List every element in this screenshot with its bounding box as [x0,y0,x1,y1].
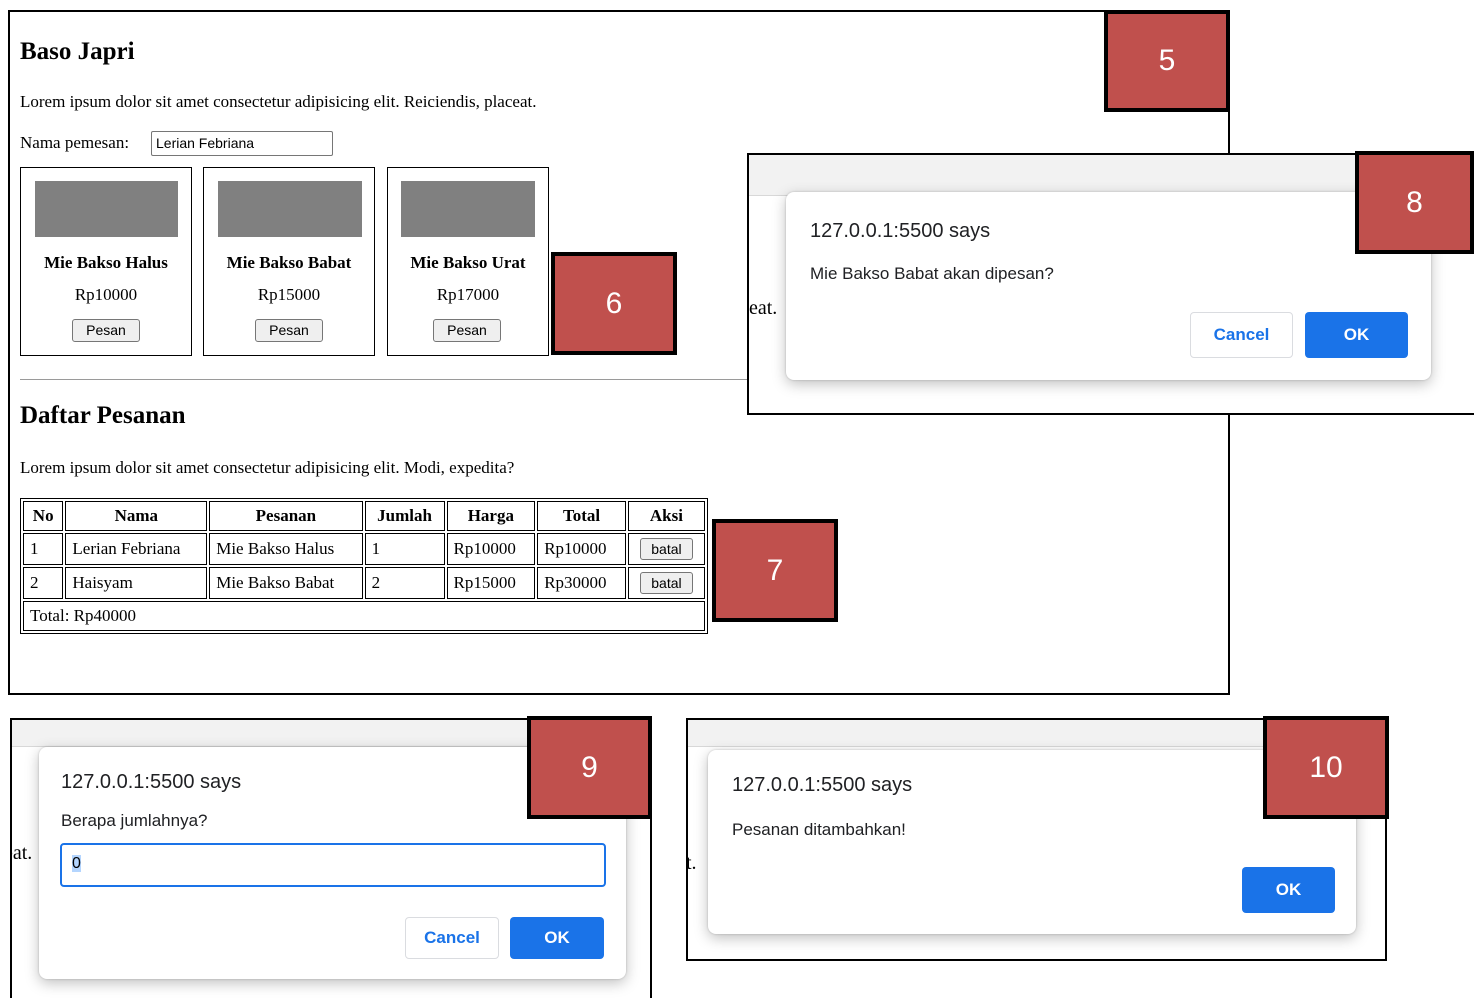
table-header-row: No Nama Pesanan Jumlah Harga Total Aksi [23,501,705,531]
cell-price: Rp15000 [446,567,536,599]
dialog-message: Pesanan ditambahkan! [732,820,906,839]
table-total-row: Total: Rp40000 [23,601,705,631]
order-button[interactable]: Pesan [433,319,501,342]
cell-price: Rp10000 [446,533,536,565]
cell-name: Haisyam [65,567,208,599]
cell-order: Mie Bakso Halus [209,533,363,565]
quantity-input[interactable]: 0 [60,843,606,887]
col-header: No [23,501,64,531]
cell-order: Mie Bakso Babat [209,567,363,599]
order-button[interactable]: Pesan [255,319,323,342]
cell-total: Rp30000 [537,567,626,599]
col-header: Aksi [627,501,705,531]
menu-image [35,181,178,237]
menu-name: Mie Bakso Urat [410,253,526,272]
cancel-order-button[interactable]: batal [640,572,693,594]
menu-card: Mie Bakso Babat Rp15000 Pesan [203,167,375,356]
cell-no: 2 [23,567,64,599]
ok-button[interactable]: OK [1242,867,1335,913]
orders-title: Daftar Pesanan [20,402,186,429]
alert-dialog: 127.0.0.1:5500 says Pesanan ditambahkan!… [708,750,1356,934]
cell-name: Lerian Febriana [65,533,208,565]
menu-image [401,181,535,237]
table-row: 1 Lerian Febriana Mie Bakso Halus 1 Rp10… [23,533,705,565]
menu-price: Rp15000 [257,285,321,304]
menu-card: Mie Bakso Urat Rp17000 Pesan [387,167,549,356]
menu-price: Rp17000 [436,285,500,304]
cancel-order-button[interactable]: batal [640,538,693,560]
name-label: Nama pemesan: [20,133,130,152]
cell-no: 1 [23,533,64,565]
menu-image [218,181,362,237]
cell-total: Rp10000 [537,533,626,565]
col-header: Pesanan [209,501,363,531]
dialog-message: Mie Bakso Babat akan dipesan? [810,264,1054,283]
step-badge-7: 7 [712,519,838,622]
col-header: Total [537,501,626,531]
grand-total: Total: Rp40000 [23,601,705,631]
intro-text: Lorem ipsum dolor sit amet consectetur a… [20,92,537,111]
background-text-fragment: t. [686,852,697,874]
menu-name: Mie Bakso Halus [44,253,168,272]
ok-button[interactable]: OK [510,917,604,959]
cancel-button[interactable]: Cancel [1190,312,1293,358]
menu-card: Mie Bakso Halus Rp10000 Pesan [20,167,192,356]
step-badge-9: 9 [527,716,652,819]
quantity-input-value: 0 [72,855,81,872]
background-text-fragment: eat. [12,842,33,864]
col-header: Jumlah [364,501,445,531]
dialog-origin: 127.0.0.1:5500 says [732,774,913,796]
page-title: Baso Japri [20,38,135,65]
step-badge-6: 6 [551,252,677,355]
step-badge-8: 8 [1355,151,1474,254]
col-header: Harga [446,501,536,531]
step-badge-10: 10 [1263,716,1389,819]
dialog-origin: 127.0.0.1:5500 says [61,771,242,793]
table-row: 2 Haisyam Mie Bakso Babat 2 Rp15000 Rp30… [23,567,705,599]
dialog-message: Berapa jumlahnya? [61,811,208,830]
step-badge-5: 5 [1104,10,1230,112]
orders-table: No Nama Pesanan Jumlah Harga Total Aksi … [20,498,708,634]
name-input[interactable]: Lerian Febriana [151,131,333,156]
dialog-origin: 127.0.0.1:5500 says [810,220,991,242]
cell-action: batal [627,533,705,565]
orders-intro: Lorem ipsum dolor sit amet consectetur a… [20,458,515,477]
menu-price: Rp10000 [74,285,138,304]
cell-qty: 2 [364,567,445,599]
cancel-button[interactable]: Cancel [405,917,499,959]
col-header: Nama [65,501,208,531]
confirm-dialog: 127.0.0.1:5500 says Mie Bakso Babat akan… [786,192,1431,380]
order-button[interactable]: Pesan [72,319,140,342]
ok-button[interactable]: OK [1305,312,1408,358]
cell-qty: 1 [364,533,445,565]
menu-name: Mie Bakso Babat [226,253,352,272]
cell-action: batal [627,567,705,599]
background-text-fragment: eat. [749,297,778,319]
